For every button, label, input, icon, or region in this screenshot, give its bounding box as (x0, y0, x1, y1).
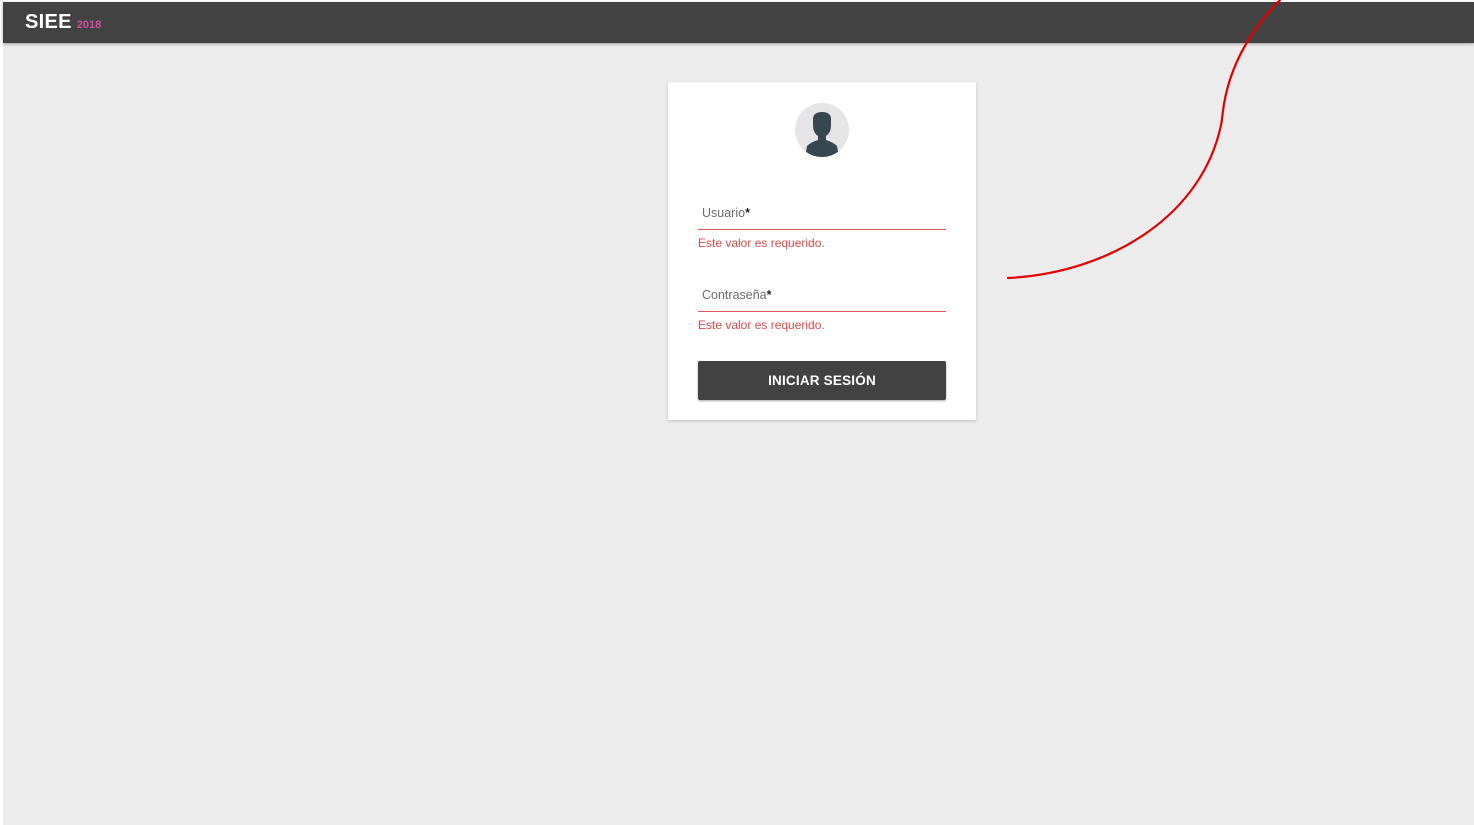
brand-year: 2018 (76, 19, 102, 31)
app-viewport: SIEE 2018 Usuario* Este valor es requeri… (3, 2, 1474, 825)
username-input[interactable] (698, 200, 946, 226)
password-error-message: Este valor es requerido. (698, 318, 825, 332)
brand-name: SIEE (25, 11, 72, 33)
password-underline (698, 311, 946, 312)
username-underline (698, 229, 946, 230)
login-card: Usuario* Este valor es requerido. Contra… (668, 82, 976, 420)
top-app-bar: SIEE 2018 (3, 2, 1474, 43)
brand-logo[interactable]: SIEE 2018 (25, 11, 101, 34)
user-silhouette-icon (795, 103, 849, 157)
login-button[interactable]: INICIAR SESIÓN (698, 361, 946, 400)
password-input[interactable] (698, 282, 946, 308)
avatar-graphic (795, 103, 849, 157)
username-error-message: Este valor es requerido. (698, 236, 825, 250)
